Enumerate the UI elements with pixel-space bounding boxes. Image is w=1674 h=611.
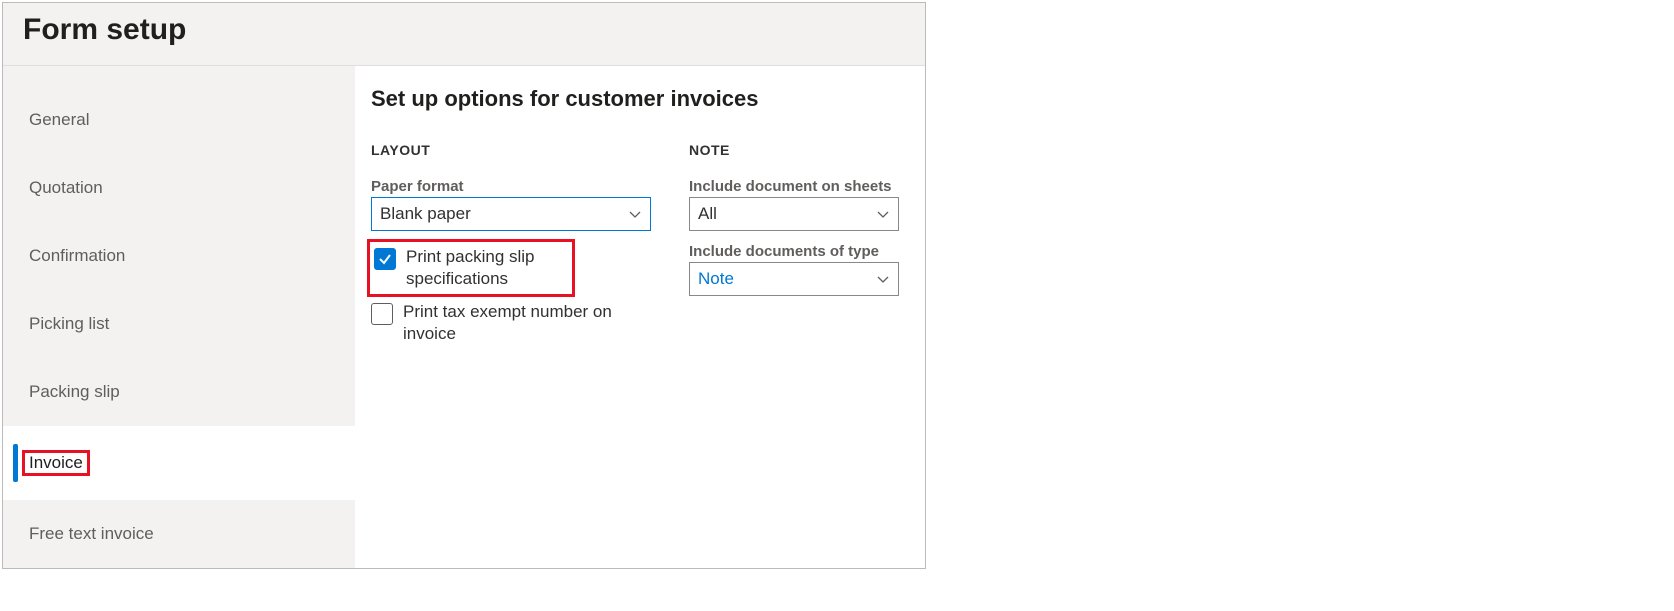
include-doc-sheets-select[interactable]: All bbox=[689, 197, 899, 231]
chevron-down-icon bbox=[876, 272, 890, 286]
sidebar-item-label: Picking list bbox=[29, 314, 109, 334]
sidebar-item-quotation[interactable]: Quotation bbox=[3, 154, 355, 222]
print-tax-exempt-label: Print tax exempt number on invoice bbox=[403, 301, 653, 345]
print-packing-slip-row: Print packing slip specifications bbox=[374, 246, 566, 290]
sidebar-item-label: Confirmation bbox=[29, 246, 125, 266]
chevron-down-icon bbox=[876, 207, 890, 221]
page-title: Form setup bbox=[23, 13, 905, 47]
paper-format-value: Blank paper bbox=[380, 204, 471, 224]
layout-column: LAYOUT Paper format Blank paper bbox=[371, 142, 653, 353]
sidebar-item-label: General bbox=[29, 110, 89, 130]
print-tax-exempt-checkbox[interactable] bbox=[371, 303, 393, 325]
sidebar-item-general[interactable]: General bbox=[3, 86, 355, 154]
layout-section-label: LAYOUT bbox=[371, 142, 653, 158]
content-pane: Set up options for customer invoices LAY… bbox=[355, 66, 925, 568]
print-packing-slip-group: Print packing slip specifications bbox=[367, 239, 575, 297]
paper-format-label: Paper format bbox=[371, 178, 653, 195]
sidebar-item-packing-slip[interactable]: Packing slip bbox=[3, 358, 355, 426]
columns: LAYOUT Paper format Blank paper bbox=[371, 142, 909, 353]
paper-format-select[interactable]: Blank paper bbox=[371, 197, 651, 231]
sidebar-item-invoice[interactable]: Invoice bbox=[3, 426, 355, 500]
body: General Quotation Confirmation Picking l… bbox=[3, 66, 925, 568]
sidebar-item-free-text-invoice[interactable]: Free text invoice bbox=[3, 500, 355, 568]
sidebar-item-label: Free text invoice bbox=[29, 524, 154, 544]
include-doc-type-select[interactable]: Note bbox=[689, 262, 899, 296]
sidebar-item-confirmation[interactable]: Confirmation bbox=[3, 222, 355, 290]
sidebar-item-picking-list[interactable]: Picking list bbox=[3, 290, 355, 358]
sidebar-item-label: Packing slip bbox=[29, 382, 120, 402]
note-section-label: NOTE bbox=[689, 142, 899, 158]
sidebar-item-label: Quotation bbox=[29, 178, 103, 198]
form-setup-window: Form setup General Quotation Confirmatio… bbox=[2, 2, 926, 569]
sidebar: General Quotation Confirmation Picking l… bbox=[3, 66, 355, 568]
print-tax-exempt-row: Print tax exempt number on invoice bbox=[371, 301, 653, 345]
content-heading: Set up options for customer invoices bbox=[371, 86, 909, 112]
include-doc-sheets-label: Include document on sheets bbox=[689, 178, 899, 195]
print-packing-slip-checkbox[interactable] bbox=[374, 248, 396, 270]
print-packing-slip-label: Print packing slip specifications bbox=[406, 246, 566, 290]
sidebar-item-label: Invoice bbox=[22, 450, 90, 476]
note-column: NOTE Include document on sheets All Incl… bbox=[689, 142, 899, 353]
include-doc-type-value: Note bbox=[698, 269, 734, 289]
titlebar: Form setup bbox=[3, 3, 925, 66]
include-doc-type-label: Include documents of type bbox=[689, 243, 899, 260]
include-doc-sheets-value: All bbox=[698, 204, 717, 224]
chevron-down-icon bbox=[628, 207, 642, 221]
